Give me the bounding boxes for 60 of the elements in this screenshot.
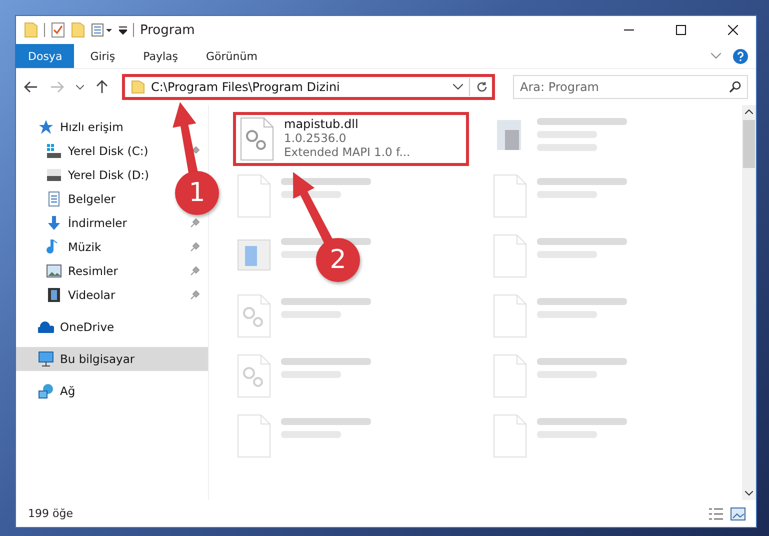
sidebar-item[interactable]: Müzik — [46, 235, 106, 259]
properties-icon[interactable] — [91, 23, 113, 37]
ribbon-tab[interactable]: Dosya — [16, 44, 74, 68]
pin-icon[interactable] — [190, 242, 200, 252]
file-name: mapistub.dll — [284, 117, 360, 131]
ribbon-tab[interactable]: Paylaş — [131, 44, 190, 68]
windrive-icon — [46, 143, 62, 159]
vertical-scrollbar[interactable] — [742, 105, 756, 500]
docs-icon — [46, 191, 62, 207]
address-bar[interactable]: C:\Program Files\Program Dizini — [122, 74, 495, 100]
recent-caret-icon[interactable] — [76, 84, 84, 90]
sidebar-item[interactable]: Yerel Disk (C:) — [46, 139, 152, 163]
folder-icon — [131, 80, 145, 94]
large-icons-view-icon[interactable] — [730, 506, 746, 520]
help-icon[interactable] — [733, 48, 748, 64]
address-path: C:\Program Files\Program Dizini — [151, 80, 341, 94]
dropdown-chevron-icon[interactable] — [453, 84, 463, 90]
scrollbar-thumb[interactable] — [743, 120, 755, 168]
scroll-up-icon[interactable] — [745, 109, 753, 114]
pictures-icon — [46, 263, 62, 279]
scroll-down-icon[interactable] — [745, 491, 753, 496]
search-field[interactable]: Ara: Program — [513, 75, 748, 99]
maximize-icon — [676, 25, 686, 35]
up-arrow-icon[interactable] — [96, 80, 108, 94]
cloud-icon — [38, 319, 54, 335]
sidebar-item[interactable]: Hızlı erişim — [16, 115, 132, 139]
pin-icon[interactable] — [190, 218, 200, 228]
search-icon[interactable] — [729, 81, 741, 93]
minimize-icon — [624, 29, 634, 31]
pin-icon[interactable] — [190, 266, 200, 276]
pin-icon[interactable] — [190, 146, 200, 156]
file-detail: Extended MAPI 1.0 f... — [284, 145, 410, 159]
customize-caret-icon[interactable] — [119, 25, 127, 35]
sidebar-item[interactable]: Videolar — [46, 283, 120, 307]
sidebar-item[interactable]: İndirmeler — [46, 211, 131, 235]
ribbon-tab[interactable]: Görünüm — [194, 44, 270, 68]
item-count: 199 öğe — [28, 507, 73, 520]
details-view-icon[interactable] — [708, 506, 724, 520]
sidebar-item[interactable]: Belgeler — [46, 187, 120, 211]
star-icon — [38, 119, 54, 135]
back-arrow-icon[interactable] — [24, 81, 38, 93]
drive-icon — [46, 167, 62, 183]
sidebar-item[interactable]: Ağ — [16, 379, 84, 403]
refresh-icon[interactable] — [476, 81, 488, 93]
sidebar-item[interactable]: OneDrive — [16, 315, 122, 339]
pin-icon[interactable] — [190, 290, 200, 300]
pc-icon — [38, 351, 54, 367]
file-detail: 1.0.2536.0 — [284, 131, 348, 145]
checklist-icon[interactable] — [51, 22, 65, 38]
sidebar-item[interactable]: Yerel Disk (D:) — [46, 163, 154, 187]
sidebar-item[interactable]: Bu bilgisayar — [16, 347, 208, 371]
download-icon — [46, 215, 62, 231]
file-tile[interactable]: mapistub.dll 1.0.2536.0 Extended MAPI 1.0 f... — [233, 112, 469, 166]
network-icon — [38, 383, 54, 399]
window-title: Program — [140, 22, 195, 38]
sidebar-item[interactable]: Resimler — [46, 259, 122, 283]
ribbon-tab[interactable]: Giriş — [78, 44, 128, 68]
videos-icon — [46, 287, 62, 303]
close-icon — [728, 25, 738, 35]
expand-ribbon-icon[interactable] — [711, 53, 721, 59]
